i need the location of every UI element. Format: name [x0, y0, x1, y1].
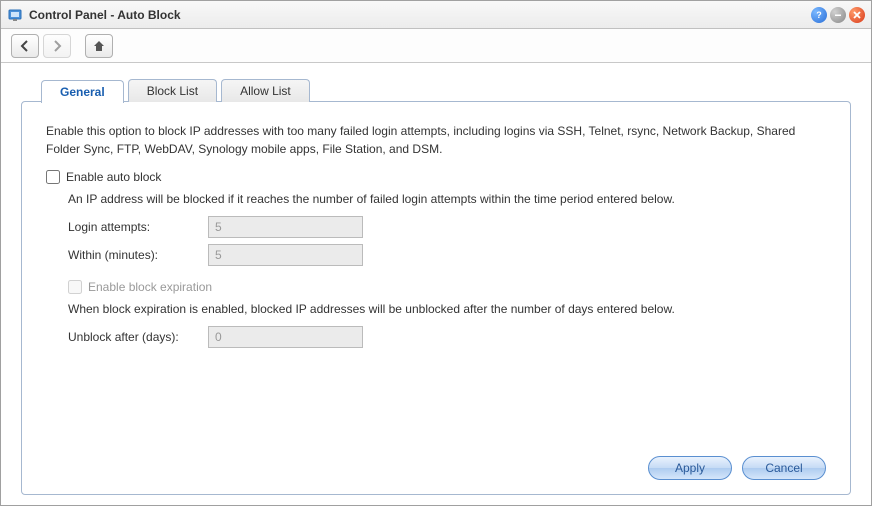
enable-expiration-checkbox[interactable] — [68, 280, 82, 294]
home-icon — [93, 40, 105, 52]
tab-general[interactable]: General — [41, 80, 124, 103]
arrow-right-icon — [51, 40, 63, 52]
enable-auto-block-label: Enable auto block — [66, 170, 161, 184]
tab-allow-list[interactable]: Allow List — [221, 79, 310, 102]
titlebar: Control Panel - Auto Block ? — [1, 1, 871, 29]
description-text: Enable this option to block IP addresses… — [46, 122, 826, 158]
within-row: Within (minutes): — [68, 244, 826, 266]
within-input[interactable] — [208, 244, 363, 266]
tab-block-list[interactable]: Block List — [128, 79, 217, 102]
app-icon — [7, 7, 23, 23]
svg-text:?: ? — [816, 10, 822, 20]
login-attempts-label: Login attempts: — [68, 220, 208, 234]
back-button[interactable] — [11, 34, 39, 58]
home-button[interactable] — [85, 34, 113, 58]
content-area: General Block List Allow List Enable thi… — [1, 63, 871, 505]
unblock-row: Unblock after (days): — [68, 326, 826, 348]
enable-auto-block-checkbox[interactable] — [46, 170, 60, 184]
within-label: Within (minutes): — [68, 248, 208, 262]
apply-button[interactable]: Apply — [648, 456, 732, 480]
help-button[interactable]: ? — [811, 7, 827, 23]
panel-general: Enable this option to block IP addresses… — [21, 101, 851, 495]
close-button[interactable] — [849, 7, 865, 23]
window: Control Panel - Auto Block ? General — [0, 0, 872, 506]
enable-auto-block-row: Enable auto block — [46, 170, 826, 184]
login-attempts-row: Login attempts: — [68, 216, 826, 238]
enable-expiration-label: Enable block expiration — [88, 280, 212, 294]
blocked-note: An IP address will be blocked if it reac… — [68, 190, 826, 208]
expiration-note: When block expiration is enabled, blocke… — [68, 300, 826, 318]
cancel-button[interactable]: Cancel — [742, 456, 826, 480]
unblock-label: Unblock after (days): — [68, 330, 208, 344]
login-attempts-input[interactable] — [208, 216, 363, 238]
button-bar: Apply Cancel — [46, 446, 826, 480]
window-controls: ? — [811, 7, 865, 23]
tab-bar: General Block List Allow List — [41, 79, 851, 102]
window-title: Control Panel - Auto Block — [29, 8, 811, 22]
forward-button[interactable] — [43, 34, 71, 58]
unblock-input[interactable] — [208, 326, 363, 348]
arrow-left-icon — [19, 40, 31, 52]
nav-toolbar — [1, 29, 871, 63]
minimize-button[interactable] — [830, 7, 846, 23]
enable-expiration-row: Enable block expiration — [68, 280, 826, 294]
